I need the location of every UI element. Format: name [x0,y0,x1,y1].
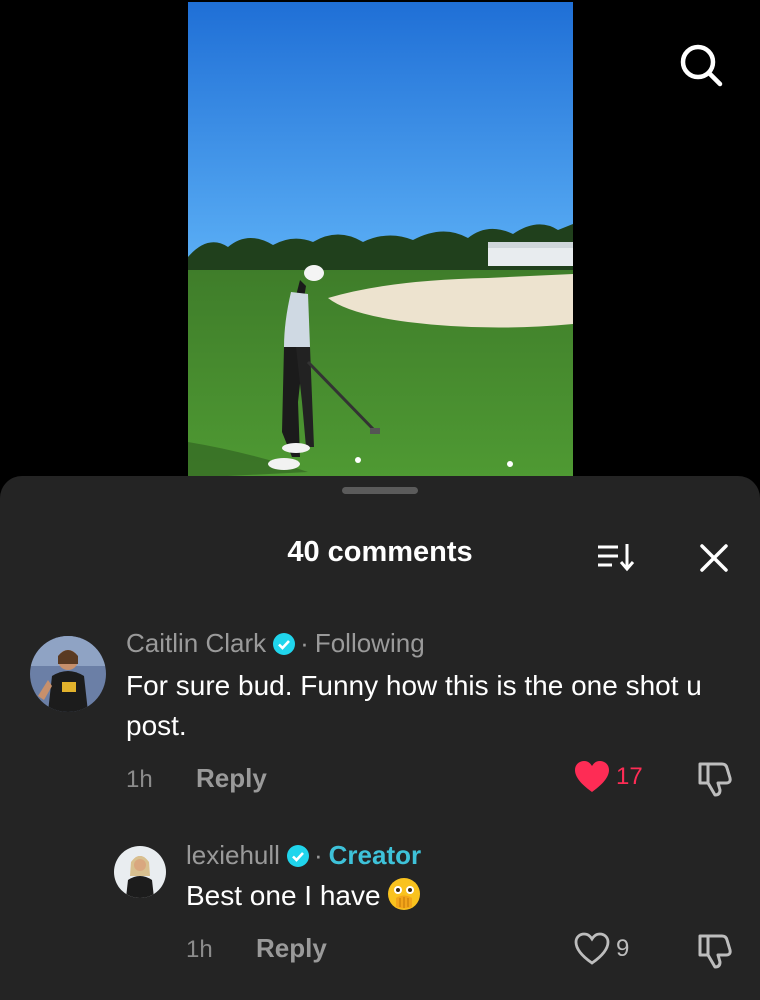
close-icon [700,544,728,572]
comment-text: Best one I have [186,876,706,916]
comment-header: Caitlin Clark · Following [126,628,425,659]
avatar[interactable] [114,846,166,898]
comment-username[interactable]: lexiehull [186,840,280,871]
verified-badge-icon [273,632,296,655]
comment-header: lexiehull · Creator [186,840,422,871]
dislike-button[interactable] [694,758,734,798]
sort-comments-button[interactable] [596,540,638,574]
like-count: 17 [616,763,643,790]
like-button[interactable]: 9 [574,932,629,966]
dislike-icon [698,934,732,969]
comments-count-title: 40 comments [287,536,473,568]
close-comments-button[interactable] [696,540,732,576]
heart-outline-icon [574,932,610,965]
comment-username[interactable]: Caitlin Clark [126,628,266,659]
flushed-hand-over-mouth-emoji [387,878,420,910]
following-badge: Following [314,628,425,658]
like-button[interactable]: 17 [574,760,643,794]
sort-icon [598,544,635,572]
search-icon [680,44,723,87]
search-button[interactable] [676,40,726,90]
golf-video-image [188,2,573,478]
reply-button[interactable]: Reply [196,763,267,794]
video-frame[interactable] [188,2,573,478]
dislike-icon [698,762,732,797]
verified-badge-icon [286,844,309,867]
comment-text-content: Best one I have [186,880,381,911]
comments-sheet: 40 comments Caitlin Clark · Following Fo… [0,476,760,1000]
comment-time: 1h [186,936,213,963]
dislike-button[interactable] [694,930,734,970]
comment-time: 1h [126,766,153,793]
sheet-drag-handle[interactable] [342,487,418,494]
comment-text: For sure bud. Funny how this is the one … [126,670,702,741]
reply-button[interactable]: Reply [256,933,327,964]
avatar[interactable] [30,636,106,712]
like-count: 9 [616,935,630,962]
creator-badge: Creator [328,840,422,870]
heart-filled-icon [575,761,609,792]
